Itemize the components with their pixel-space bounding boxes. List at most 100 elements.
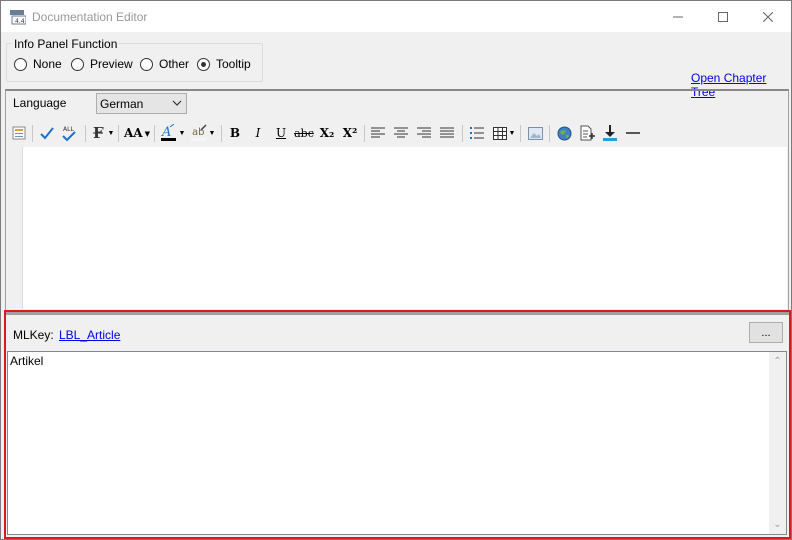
justify-icon xyxy=(440,127,454,138)
toolbar-separator xyxy=(32,125,33,142)
close-icon xyxy=(763,11,773,22)
app-icon: 4.4 xyxy=(10,10,26,25)
align-left-icon xyxy=(371,127,385,138)
document-properties-button[interactable] xyxy=(11,123,27,143)
horizontal-rule-icon xyxy=(626,132,640,134)
chevron-up-icon: ⌃ xyxy=(773,356,782,367)
dropdown-arrow-icon: ▼ xyxy=(144,128,150,138)
window-title: Documentation Editor xyxy=(32,10,148,24)
toolbar-separator xyxy=(85,125,86,142)
spellcheck-button[interactable] xyxy=(38,123,56,143)
rich-text-editor-area[interactable] xyxy=(7,147,787,309)
toolbar-separator xyxy=(462,125,463,142)
italic-button[interactable]: I xyxy=(250,123,266,143)
documentation-editor-window: 4.4 Documentation Editor Info Panel Func… xyxy=(0,0,792,540)
radio-other[interactable]: Other xyxy=(140,57,189,71)
radio-none-circle[interactable] xyxy=(14,57,27,71)
font-color-dropdown[interactable]: A ▼ xyxy=(159,123,187,143)
minimize-icon xyxy=(673,16,683,17)
checkmark-icon xyxy=(40,127,54,140)
radio-tooltip-label: Tooltip xyxy=(216,57,251,71)
dropdown-arrow-icon: ▼ xyxy=(107,129,115,137)
mlkey-browse-button[interactable]: ... xyxy=(749,322,783,343)
minimize-button[interactable] xyxy=(655,1,701,32)
table-icon xyxy=(492,126,507,140)
superscript-icon: X² xyxy=(342,126,358,140)
align-center-icon xyxy=(394,127,408,138)
toolbar-separator xyxy=(364,125,365,142)
radio-tooltip[interactable]: Tooltip xyxy=(197,57,251,71)
bold-icon: B xyxy=(229,126,241,140)
download-arrow-icon xyxy=(603,125,617,141)
bullet-list-button[interactable] xyxy=(468,123,486,143)
align-center-button[interactable] xyxy=(393,123,409,143)
underline-button[interactable]: U xyxy=(273,123,289,143)
editor-gutter xyxy=(7,147,23,309)
info-panel-group-label: Info Panel Function xyxy=(12,37,120,51)
bold-button[interactable]: B xyxy=(227,123,243,143)
maximize-button[interactable] xyxy=(700,1,746,32)
mlkey-text-area[interactable] xyxy=(7,351,787,535)
justify-button[interactable] xyxy=(439,123,455,143)
strikethrough-button[interactable]: abc xyxy=(294,123,314,143)
image-icon xyxy=(527,126,543,140)
chevron-down-icon xyxy=(172,100,182,106)
font-color-icon: A xyxy=(160,124,176,141)
svg-text:A: A xyxy=(161,125,171,140)
add-document-icon xyxy=(580,125,595,141)
insert-hyperlink-button[interactable] xyxy=(555,123,573,143)
dropdown-arrow-icon: ▼ xyxy=(508,129,516,137)
radio-tooltip-circle[interactable] xyxy=(197,57,210,71)
radio-other-circle[interactable] xyxy=(140,57,153,71)
font-icon: F xyxy=(92,125,104,141)
language-select[interactable]: German xyxy=(96,93,187,114)
italic-icon: I xyxy=(255,126,261,140)
highlighter-icon: ab xyxy=(190,124,207,141)
bullet-list-icon xyxy=(470,127,484,139)
align-right-button[interactable] xyxy=(416,123,432,143)
horizontal-rule-button[interactable] xyxy=(624,123,642,143)
dropdown-arrow-icon: ▼ xyxy=(178,129,186,137)
font-family-dropdown[interactable]: F ▼ xyxy=(91,123,115,143)
spellcheck-all-button[interactable]: ALL xyxy=(59,123,79,143)
radio-none-label: None xyxy=(33,57,62,71)
close-button[interactable] xyxy=(745,1,791,32)
dropdown-arrow-icon: ▼ xyxy=(208,129,216,137)
align-right-icon xyxy=(417,127,431,138)
title-bar: 4.4 Documentation Editor xyxy=(1,1,791,32)
maximize-icon xyxy=(718,11,728,22)
mlkey-text-content: Artikel xyxy=(10,354,44,368)
language-label: Language xyxy=(13,96,67,110)
document-properties-icon xyxy=(12,126,26,140)
toolbar-separator xyxy=(154,125,155,142)
insert-document-button[interactable] xyxy=(578,123,596,143)
globe-icon xyxy=(557,126,571,140)
strikethrough-icon: abc xyxy=(294,126,314,140)
mlkey-label: MLKey: xyxy=(13,328,54,342)
subscript-button[interactable]: X₂ xyxy=(319,123,335,143)
toolbar-separator xyxy=(520,125,521,142)
table-dropdown[interactable]: ▼ xyxy=(491,123,517,143)
font-size-dropdown[interactable]: AA ▼ xyxy=(123,123,151,143)
insert-image-button[interactable] xyxy=(526,123,544,143)
vertical-scrollbar[interactable] xyxy=(769,352,786,534)
scroll-down-button[interactable]: ⌄ xyxy=(769,516,786,533)
radio-preview[interactable]: Preview xyxy=(71,57,133,71)
underline-icon: U xyxy=(275,126,287,140)
subscript-icon: X₂ xyxy=(319,126,335,140)
radio-preview-circle[interactable] xyxy=(71,57,84,71)
align-left-button[interactable] xyxy=(370,123,386,143)
superscript-button[interactable]: X² xyxy=(342,123,358,143)
toolbar-separator xyxy=(118,125,119,142)
font-size-icon: AA xyxy=(123,126,143,140)
check-all-icon: ALL xyxy=(62,126,76,142)
insert-anchor-button[interactable] xyxy=(601,123,619,143)
scroll-up-button[interactable]: ⌃ xyxy=(769,353,786,370)
mlkey-link[interactable]: LBL_Article xyxy=(59,328,120,342)
svg-text:4.4: 4.4 xyxy=(15,18,25,25)
highlight-color-dropdown[interactable]: ab ▼ xyxy=(189,123,217,143)
toolbar-separator xyxy=(221,125,222,142)
svg-text:ALL: ALL xyxy=(63,126,74,133)
radio-none[interactable]: None xyxy=(14,57,62,71)
radio-other-label: Other xyxy=(159,57,190,71)
